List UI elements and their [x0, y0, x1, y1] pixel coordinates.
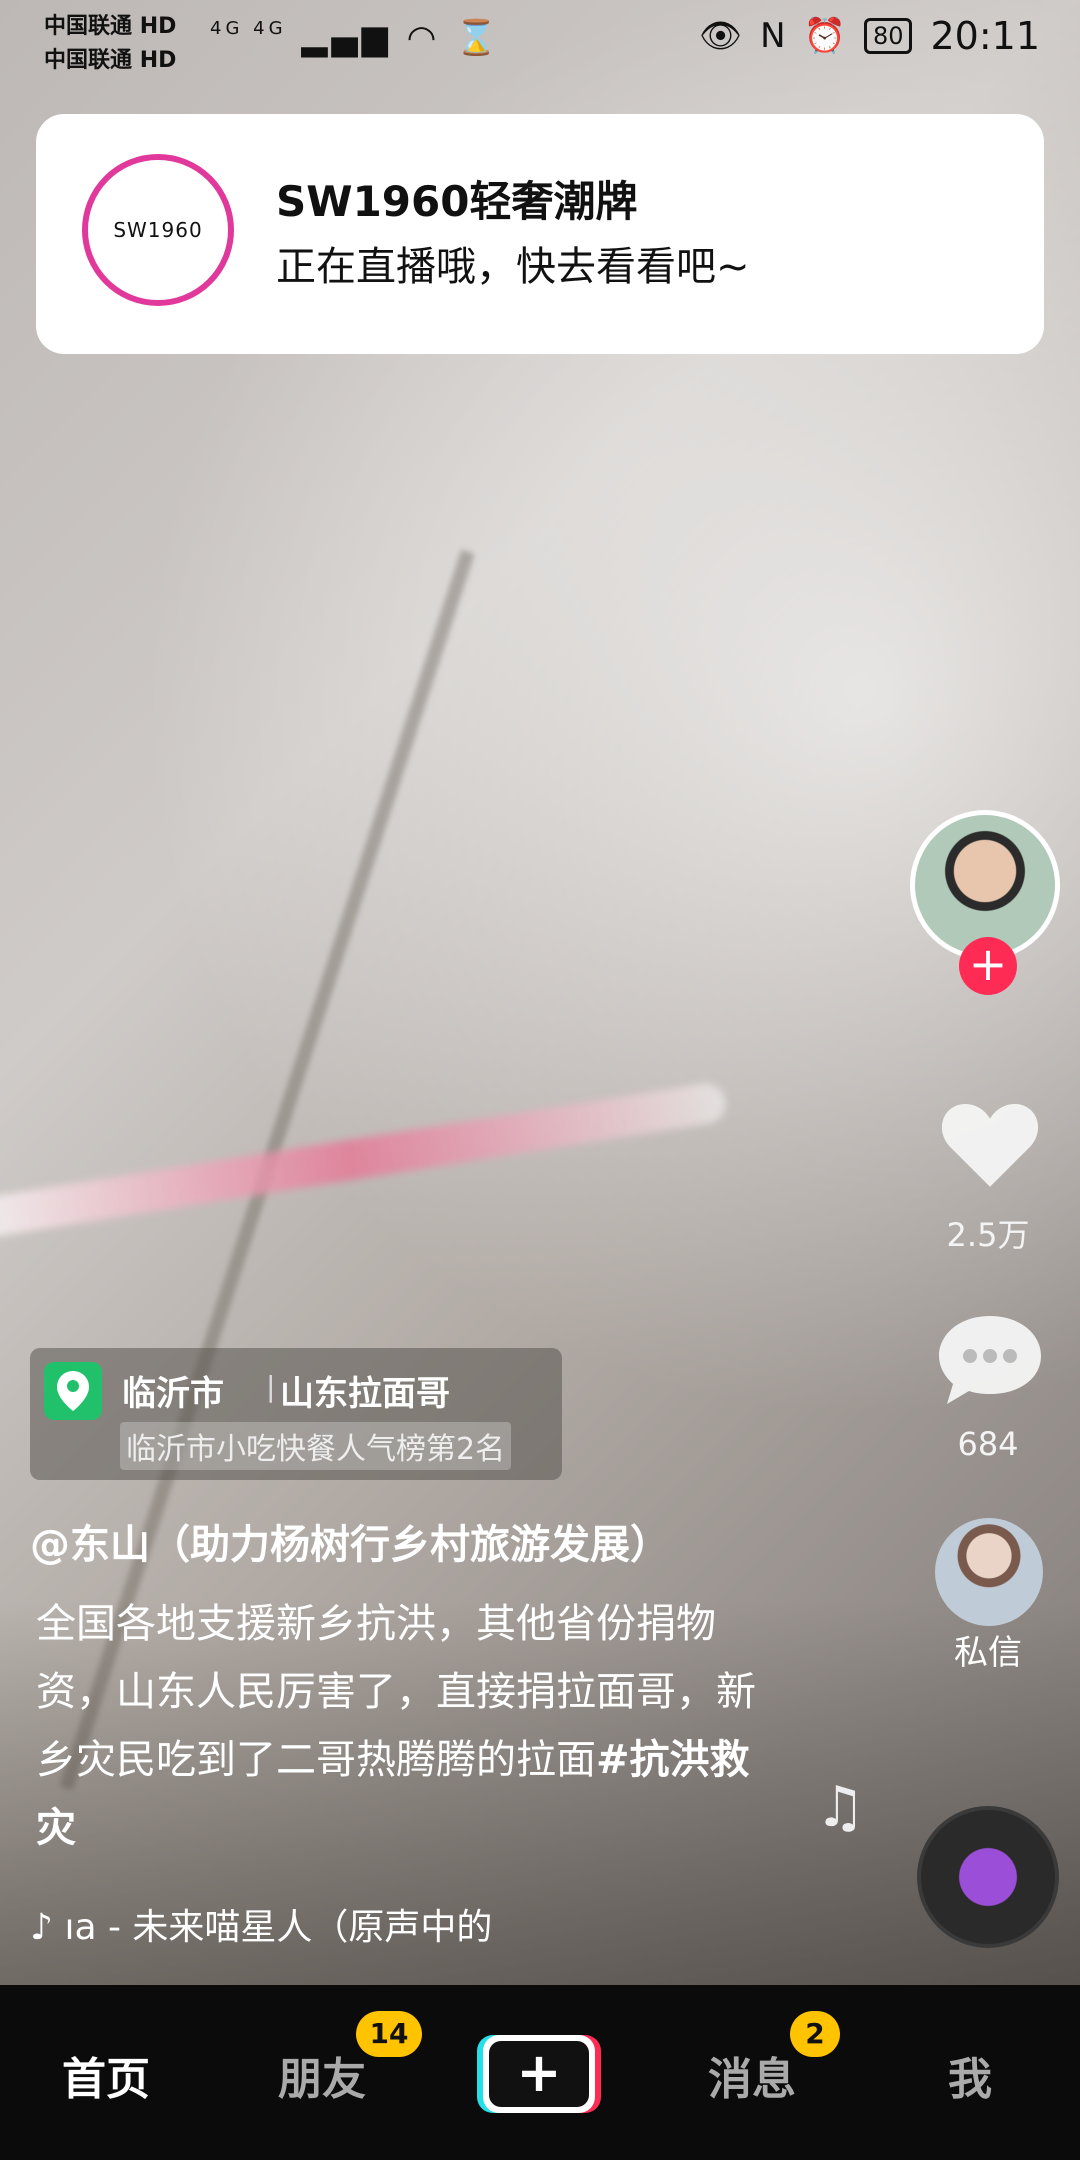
comment-icon[interactable]	[935, 1312, 1045, 1407]
tiktok-note-icon: ♪	[30, 1907, 53, 1948]
status-bar: 中国联通 HD 中国联通 HD 4G 4G ▂▄▆ ◠ ⌛ 👁 N ⏰ 80 2…	[0, 0, 1080, 80]
alarm-icon: ⏰	[803, 16, 846, 56]
eye-icon: 👁	[698, 16, 743, 56]
author-name[interactable]: @东山（助力杨树行乡村旅游发展）	[30, 1512, 670, 1570]
music-marquee[interactable]: ♪ ıa - 未来喵星人（原声中的	[30, 1898, 570, 1950]
hd-badge: HD	[139, 48, 177, 73]
follow-button[interactable]: +	[959, 937, 1017, 995]
carrier-label-1: 中国联通 HD	[44, 14, 177, 39]
status-icons: 👁 N ⏰ 80 20:11	[699, 14, 1040, 58]
brand-logo: SW1960	[82, 154, 234, 306]
location-rank: 临沂市小吃快餐人气榜第2名	[120, 1422, 512, 1470]
plus-icon: +	[489, 2041, 589, 2107]
location-separator: |	[266, 1370, 276, 1403]
heart-icon[interactable]	[935, 1090, 1045, 1200]
location-city: 临沂市	[122, 1374, 224, 1414]
create-button[interactable]: +	[483, 2035, 595, 2113]
bottom-nav: 首页 朋友 14 + 消息 2 我	[0, 1985, 1080, 2160]
nav-home[interactable]: 首页	[62, 2043, 150, 2107]
location-pin-icon	[44, 1362, 102, 1420]
friends-badge: 14	[356, 2011, 422, 2057]
clock: 20:11	[930, 14, 1040, 58]
nav-friends[interactable]: 朋友	[278, 2043, 366, 2107]
music-title: ıa - 未来喵星人（原声中的	[64, 1907, 493, 1948]
messages-badge: 2	[790, 2011, 840, 2057]
nav-messages[interactable]: 消息	[708, 2043, 796, 2107]
carrier-label-2: 中国联通 HD	[44, 48, 177, 73]
like-count: 2.5万	[946, 1216, 1030, 1254]
music-disc-icon[interactable]	[917, 1806, 1059, 1948]
nav-me[interactable]: 我	[948, 2043, 992, 2107]
live-notification-card[interactable]: SW1960 SW1960轻奢潮牌 正在直播哦，快去看看吧~	[36, 114, 1044, 354]
direct-message-label[interactable]: 私信	[928, 1625, 1048, 1674]
music-note-icon: ♫	[815, 1775, 866, 1840]
battery-icon: 80	[863, 18, 913, 54]
signal-icon: 4G 4G ▂▄▆ ◠ ⌛	[210, 18, 502, 58]
notification-body: 正在直播哦，快去看看吧~	[276, 244, 750, 290]
comment-count: 684	[957, 1425, 1019, 1463]
hd-badge: HD	[139, 14, 177, 39]
location-card[interactable]: 临沂市 | 山东拉面哥 临沂市小吃快餐人气榜第2名	[30, 1348, 562, 1480]
location-shop: 山东拉面哥	[280, 1374, 450, 1414]
video-caption: 全国各地支援新乡抗洪，其他省份捐物资，山东人民厉害了，直接捐拉面哥，新乡灾民吃到…	[36, 1590, 776, 1862]
nfc-icon: N	[760, 16, 786, 56]
notification-title: SW1960轻奢潮牌	[276, 177, 638, 226]
direct-message-avatar[interactable]	[935, 1518, 1043, 1626]
